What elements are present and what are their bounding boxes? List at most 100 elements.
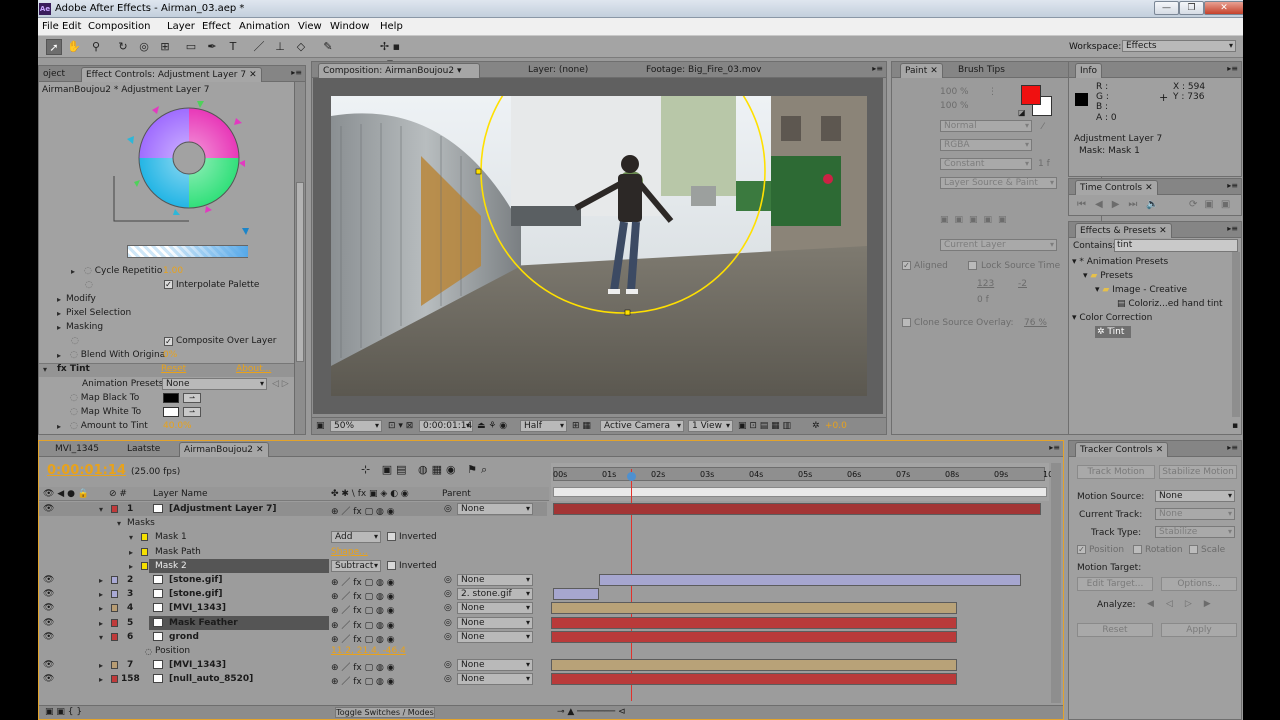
exposure-value[interactable]: +0.0 (825, 421, 847, 431)
expand-triangle-icon[interactable]: ▾ (129, 533, 133, 542)
exposure-icon[interactable]: ✲ (812, 421, 820, 431)
playback-controls-icon[interactable]: ⏮◀▶⏭🔈 (1077, 199, 1168, 210)
clone-source-overlay-value[interactable]: 76 % (1024, 318, 1047, 328)
stopwatch-icon[interactable]: ◌ (70, 393, 78, 403)
erase-dropdown[interactable]: Layer Source & Paint (940, 177, 1057, 189)
tree-item-presets[interactable]: ▾ ▰ Presets (1083, 271, 1133, 281)
snapshot-icon[interactable]: ⏏ ⚘ ◉ (477, 421, 507, 431)
expand-triangle-icon[interactable]: ▸ (57, 422, 61, 431)
mask-color-swatch[interactable] (141, 533, 148, 542)
expand-triangle-icon[interactable]: ▾ (99, 505, 103, 514)
layer-duration-bar[interactable] (599, 574, 1021, 586)
tint-effect-header[interactable]: fx Tint (57, 364, 90, 374)
channels-dropdown[interactable]: RGBA (940, 139, 1032, 151)
animation-presets-dropdown[interactable]: None (162, 378, 267, 390)
mask-color-swatch[interactable] (141, 547, 148, 556)
clone-source-overlay-checkbox[interactable] (902, 318, 911, 327)
panel-menu-icon[interactable]: ▸≡ (1227, 224, 1238, 233)
visibility-icon[interactable]: 👁 (43, 674, 54, 684)
aligned-checkbox[interactable]: ✓ (902, 261, 911, 270)
label-color-swatch[interactable] (111, 618, 118, 627)
offset-y-value[interactable]: -2 (1018, 279, 1027, 289)
visibility-icon[interactable]: 👁 (43, 589, 54, 599)
close-button[interactable]: ✕ (1204, 1, 1243, 15)
map-white-color-swatch[interactable] (163, 407, 179, 417)
property-value[interactable]: Shape... (331, 547, 368, 557)
expand-triangle-icon[interactable]: ▾ (99, 633, 103, 642)
layer-duration-bar[interactable] (551, 659, 957, 672)
safe-margins-icon[interactable]: ⊡ ▾ ⊠ (388, 421, 413, 431)
panel-menu-icon[interactable]: ▸≡ (1049, 443, 1060, 452)
time-shift-value[interactable]: 0 f (977, 295, 989, 305)
expand-triangle-icon[interactable]: ▸ (57, 323, 61, 332)
tab-effects-presets[interactable]: Effects & Presets ✕ (1075, 223, 1172, 238)
expand-triangle-icon[interactable]: ▸ (99, 590, 103, 599)
cycle-repetitions-value[interactable]: 1.00 (163, 266, 183, 276)
layer-row[interactable]: 👁 ▸ 4 [MVI_1343] ⊕ ／ fx ▢ ◍ ◉ ◎ None (39, 601, 547, 616)
mask-mode-dropdown[interactable]: Add (331, 531, 381, 544)
parent-dropdown[interactable]: None (457, 659, 533, 672)
zoom-tool-icon[interactable]: ⚲ (88, 39, 104, 55)
layer-row[interactable]: 👁 ▸ 2 [stone.gif] ⊕ ／ fx ▢ ◍ ◉ ◎ None (39, 573, 547, 588)
close-icon[interactable]: ✕ (256, 445, 264, 455)
tab-brush-tips[interactable]: Brush Tips (954, 63, 1009, 78)
tint-reset-link[interactable]: Reset (161, 364, 186, 374)
label-color-swatch[interactable] (111, 590, 118, 599)
parent-dropdown[interactable]: None (457, 574, 533, 586)
layer-switches-icon[interactable]: ⊕ ／ fx ▢ ◍ ◉ (331, 618, 395, 631)
menu-layer[interactable]: Layer (167, 21, 195, 32)
layer-row[interactable]: 👁 ▾ 6 grond ⊕ ／ fx ▢ ◍ ◉ ◎ None (39, 630, 547, 645)
eyedropper-icon[interactable]: ⇀ (183, 407, 201, 417)
current-time-display[interactable]: 0:00:01:14 (419, 420, 473, 432)
label-color-swatch[interactable] (111, 604, 118, 613)
time-ruler-area[interactable]: 00s01s02s03s04s05s06s07s08s09s10s (551, 463, 1057, 501)
property-value[interactable]: 11.2, 21.4, -46.4 (331, 646, 406, 656)
minimize-button[interactable]: — (1154, 1, 1179, 15)
close-icon[interactable]: ✕ (930, 66, 938, 76)
panel-menu-icon[interactable]: ▸≡ (1227, 443, 1238, 452)
zoom-dropdown[interactable]: 50% (330, 420, 382, 432)
flow-value[interactable]: 100 % (940, 101, 969, 111)
blend-with-original-value[interactable]: 0% (163, 350, 177, 360)
pick-whip-icon[interactable]: ◎ (444, 660, 452, 670)
parent-dropdown[interactable]: None (457, 630, 533, 643)
current-time-indicator-head[interactable] (627, 472, 636, 481)
masking-group[interactable]: Masking (66, 322, 103, 332)
layer-row[interactable]: 👁 ▸ 7 [MVI_1343] ⊕ ／ fx ▢ ◍ ◉ ◎ None (39, 658, 547, 673)
property-row[interactable]: ▸ Mask 2 Subtract Inverted (39, 558, 547, 573)
close-icon[interactable]: ✕ (1159, 226, 1167, 236)
pick-whip-icon[interactable]: ◎ (444, 618, 452, 628)
label-color-swatch[interactable] (111, 576, 118, 584)
selection-tool-icon[interactable]: ➚ (46, 39, 62, 55)
layer-switches-icon[interactable]: ⊕ ／ fx ▢ ◍ ◉ (331, 603, 395, 616)
mask-mode-dropdown[interactable]: Subtract (331, 559, 381, 572)
tab-info[interactable]: Info (1075, 63, 1103, 78)
reset-button[interactable]: Reset (1077, 623, 1153, 637)
tree-item-colorized-hand-tint[interactable]: ▤ Coloriz...ed hand tint (1117, 299, 1223, 309)
parent-dropdown[interactable]: None (457, 503, 533, 515)
track-type-dropdown[interactable]: Stabilize (1155, 526, 1235, 538)
close-icon[interactable]: ✕ (249, 70, 257, 80)
tree-item-color-correction[interactable]: ▾ Color Correction (1072, 313, 1152, 323)
panel-menu-icon[interactable]: ▸≡ (1227, 64, 1238, 73)
resolution-dropdown[interactable]: Half (520, 420, 567, 432)
timeline-current-time[interactable]: 0:00:01:14 (47, 463, 126, 478)
maximize-button[interactable]: ❐ (1179, 1, 1204, 15)
tint-about-link[interactable]: About... (236, 364, 271, 374)
layer-row[interactable]: 👁 ▸ 3 [stone.gif] ⊕ ／ fx ▢ ◍ ◉ ◎ 2. stone.gif (39, 587, 547, 602)
menu-window[interactable]: Window (330, 21, 369, 32)
clone-source-buttons-icon[interactable]: ▣▣▣▣▣ (940, 215, 1013, 225)
composition-frame[interactable] (331, 96, 867, 396)
layer-duration-bar[interactable] (551, 673, 957, 686)
trash-icon[interactable]: ▪ (1232, 421, 1238, 431)
edit-target-button[interactable]: Edit Target... (1077, 577, 1153, 591)
tab-mvi-1345[interactable]: MVI_1345 (51, 442, 103, 457)
layer-row[interactable]: 👁 ▾ 1 [Adjustment Layer 7] ⊕ ／ fx ▢ ◍ ◉ ◎ None (39, 502, 547, 517)
menu-file[interactable]: File (42, 21, 59, 32)
expand-triangle-icon[interactable]: ▸ (129, 562, 133, 571)
expand-triangle-icon[interactable]: ▸ (57, 351, 61, 360)
label-color-swatch[interactable] (111, 675, 118, 684)
panel-menu-icon[interactable]: ▸≡ (1227, 181, 1238, 190)
pan-behind-tool-icon[interactable]: ⊞ (157, 39, 173, 55)
toggle-switches-modes-button[interactable]: Toggle Switches / Modes (335, 707, 435, 718)
